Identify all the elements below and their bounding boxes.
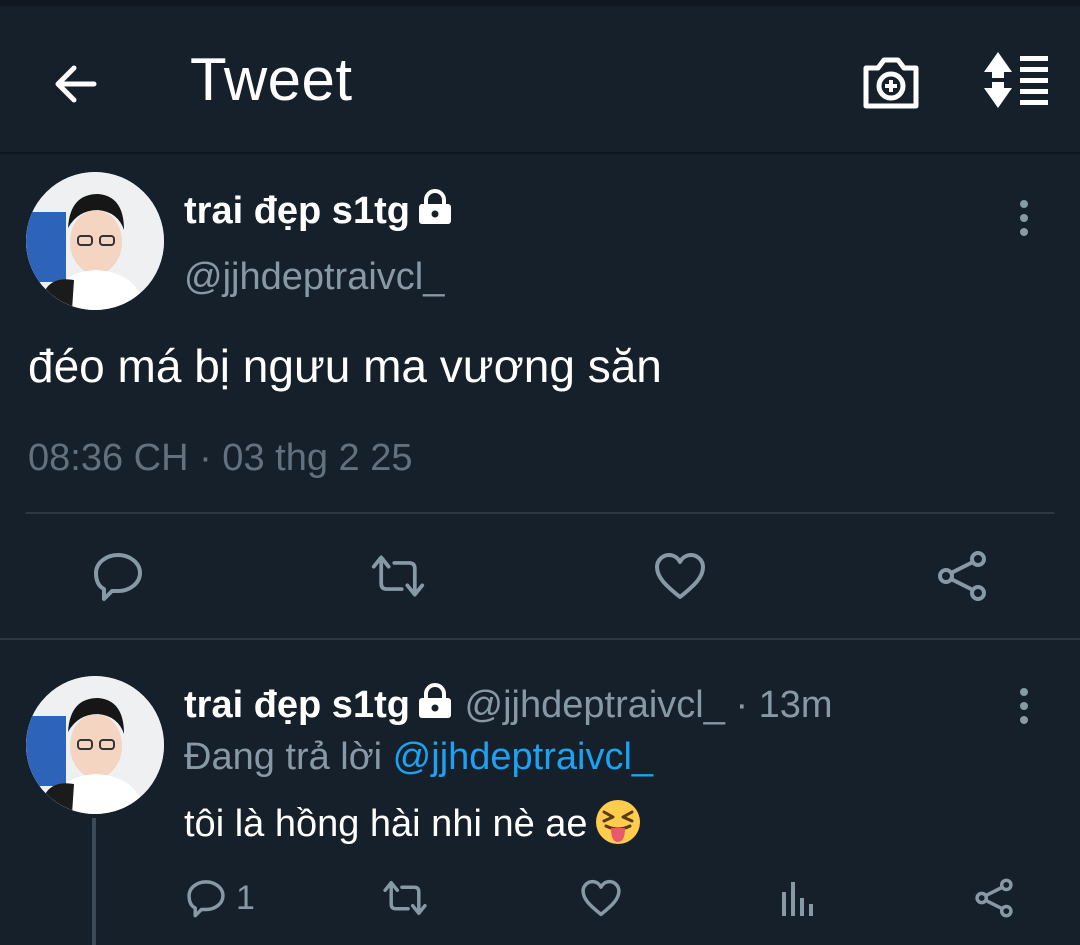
reply-meta: trai đẹp s1tg @jjhdeptraivcl_ · 13m (184, 682, 833, 728)
divider (26, 512, 1054, 514)
share-button[interactable] (934, 548, 990, 604)
reply-author-name[interactable]: trai đẹp s1tg (184, 684, 410, 726)
squinting-face-with-tongue-icon (595, 800, 640, 844)
like-icon (581, 879, 621, 917)
lock-icon (418, 683, 451, 718)
back-button[interactable] (44, 54, 104, 114)
app-header: Tweet (0, 6, 1080, 154)
divider (0, 638, 1080, 640)
reply-share-button[interactable] (974, 876, 1014, 920)
retweet-icon (371, 555, 425, 597)
reply-count: 1 (236, 879, 255, 917)
reply-analytics-button[interactable] (778, 876, 816, 920)
tweet-author-name[interactable]: trai đẹp s1tg (184, 188, 454, 234)
replying-to: Đang trả lời @jjhdeptraivcl_ (184, 734, 653, 780)
author-name-text: trai đẹp s1tg (184, 190, 410, 232)
reply-avatar[interactable] (26, 676, 164, 814)
reply-text-content: tôi là hồng hài nhi nè ae (184, 803, 588, 845)
tweet-timestamp[interactable]: 08:36 CH · 03 thg 2 25 (28, 434, 412, 482)
sort-button[interactable] (982, 50, 1052, 110)
page-title: Tweet (190, 46, 353, 113)
share-icon (938, 551, 986, 601)
tweet-text: đéo má bị ngưu ma vương săn (28, 340, 662, 392)
retweet-icon (383, 880, 427, 916)
tweet-more-button[interactable] (1014, 198, 1034, 238)
avatar[interactable] (26, 172, 164, 310)
thread-line (92, 818, 96, 945)
reply-like-button[interactable] (580, 876, 622, 920)
tweet-author-handle[interactable]: @jjhdeptraivcl_ (184, 254, 444, 300)
arrow-left-icon (55, 65, 97, 103)
lock-icon (418, 189, 451, 224)
reply-icon (187, 880, 225, 918)
reply-text: tôi là hồng hài nhi nè ae (184, 798, 642, 848)
camera-button[interactable] (858, 50, 924, 116)
reply-author-handle[interactable]: @jjhdeptraivcl_ (465, 684, 725, 726)
reply-time: 13m (758, 684, 833, 726)
replying-prefix: Đang trả lời (184, 736, 383, 778)
sort-icon (984, 52, 1048, 108)
replying-mention-link[interactable]: @jjhdeptraivcl_ (393, 736, 653, 778)
separator-dot: · (735, 684, 749, 726)
camera-add-icon (863, 57, 919, 109)
reply-reply-button[interactable]: 1 (186, 876, 255, 920)
reply-icon (94, 553, 142, 601)
like-icon (655, 553, 705, 599)
reply-retweet-button[interactable] (382, 876, 428, 920)
like-button[interactable] (652, 548, 708, 604)
reply-button[interactable] (90, 548, 146, 604)
reply-more-button[interactable] (1014, 686, 1034, 726)
analytics-icon (782, 882, 813, 916)
retweet-button[interactable] (370, 548, 426, 604)
share-icon (975, 878, 1013, 918)
